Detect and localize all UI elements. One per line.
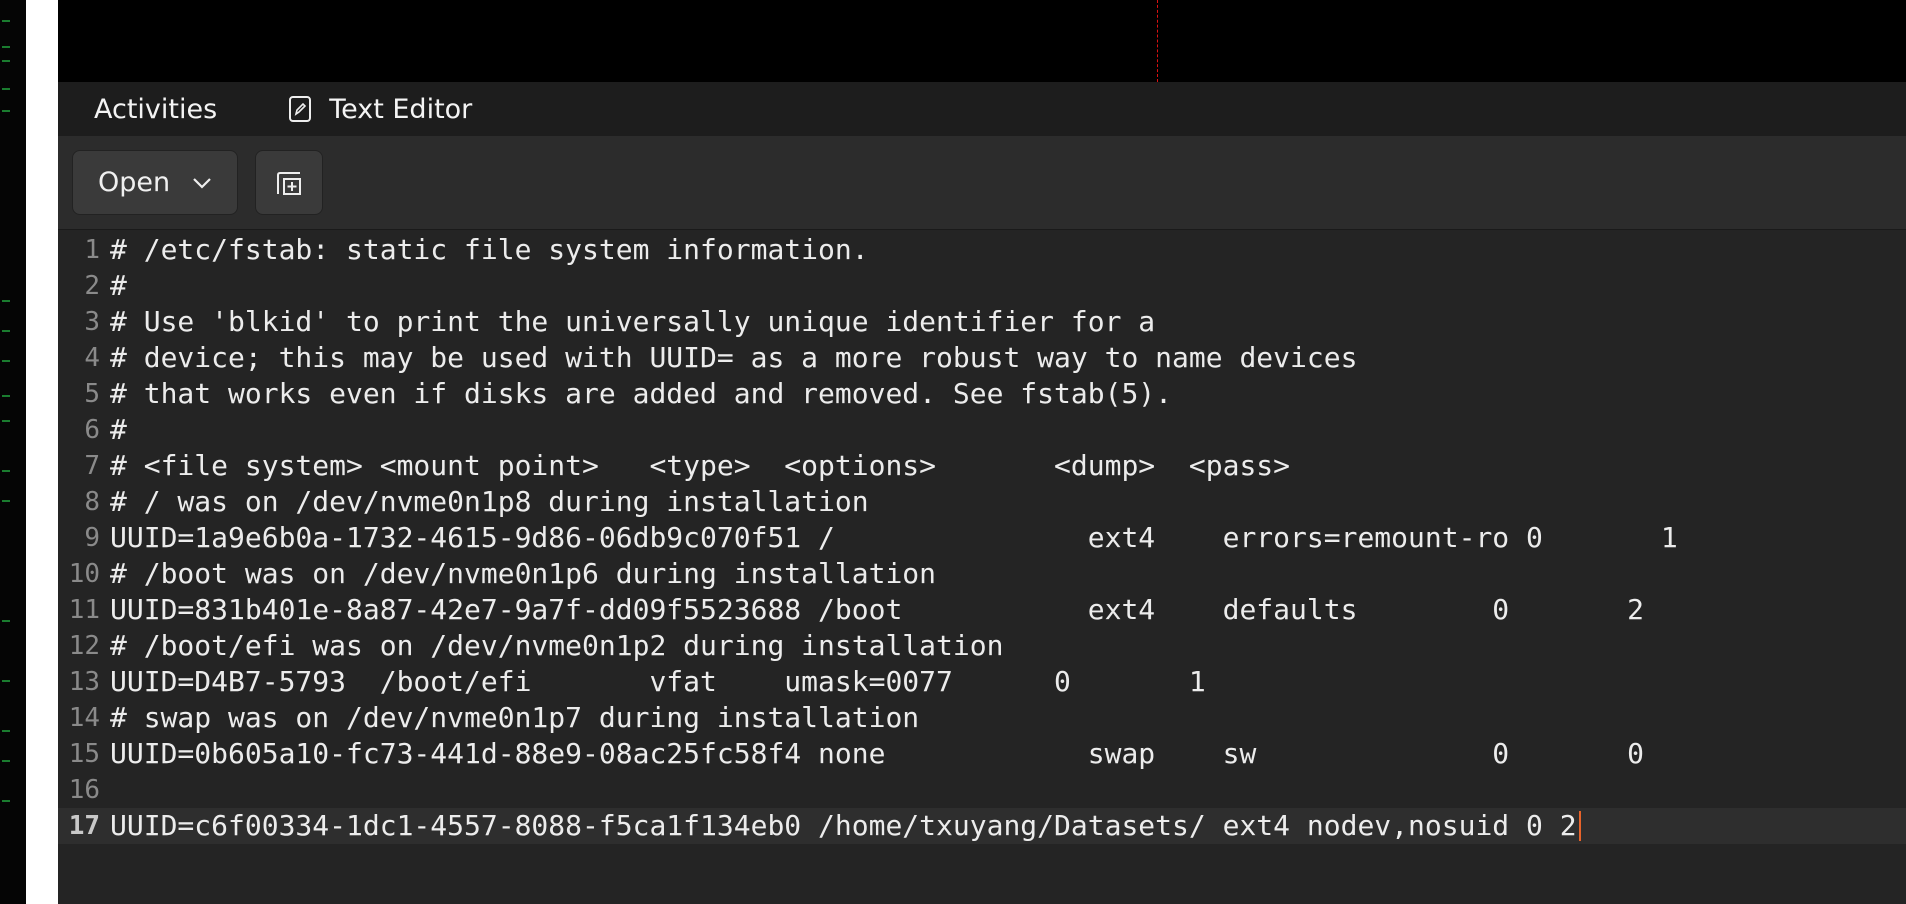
terminal-glyph	[2, 395, 10, 397]
terminal-glyph	[2, 360, 10, 362]
editor-line[interactable]: 2 #	[58, 268, 1906, 304]
line-number: 14	[68, 703, 100, 733]
text-view[interactable]: 1 # /etc/fstab: static file system inform…	[58, 230, 1906, 904]
line-number: 17	[68, 811, 100, 841]
line-text[interactable]: #	[110, 268, 127, 304]
line-text[interactable]: UUID=D4B7-5793 /boot/efi vfat umask=0077…	[110, 664, 1206, 700]
app-menu[interactable]: Text Editor	[289, 94, 472, 125]
editor-line[interactable]: 5 # that works even if disks are added an…	[58, 376, 1906, 412]
line-text[interactable]: # / was on /dev/nvme0n1p8 during install…	[110, 484, 869, 520]
line-number: 7	[84, 451, 100, 481]
terminal-glyph	[2, 470, 10, 472]
line-text[interactable]: # device; this may be used with UUID= as…	[110, 340, 1357, 376]
terminal-glyph	[2, 88, 10, 90]
line-number: 6	[84, 415, 100, 445]
line-number: 15	[68, 739, 100, 769]
editor-line[interactable]: 13 UUID=D4B7-5793 /boot/efi vfat umask=00…	[58, 664, 1906, 700]
editor-headerbar: Open	[58, 137, 1906, 230]
editor-line[interactable]: 14 # swap was on /dev/nvme0n1p7 during in…	[58, 700, 1906, 736]
chevron-down-icon	[193, 177, 211, 189]
line-text[interactable]: # that works even if disks are added and…	[110, 376, 1172, 412]
terminal-glyph	[2, 60, 10, 62]
terminal-glyph	[2, 300, 10, 302]
line-text[interactable]: # /etc/fstab: static file system informa…	[110, 232, 869, 268]
line-number: 12	[68, 631, 100, 661]
editor-line[interactable]: 8 # / was on /dev/nvme0n1p8 during instal…	[58, 484, 1906, 520]
background-window-area	[58, 0, 1906, 82]
open-button[interactable]: Open	[72, 150, 238, 215]
line-number: 10	[68, 559, 100, 589]
editor-line[interactable]: 16	[58, 772, 1906, 808]
line-text[interactable]: UUID=c6f00334-1dc1-4557-8088-f5ca1f134eb…	[110, 808, 1577, 844]
editor-line[interactable]: 11 UUID=831b401e-8a87-42e7-9a7f-dd09f5523…	[58, 592, 1906, 628]
terminal-glyph	[2, 330, 10, 332]
line-number: 4	[84, 343, 100, 373]
editor-line[interactable]: 3 # Use 'blkid' to print the universally …	[58, 304, 1906, 340]
editor-line[interactable]: 9 UUID=1a9e6b0a-1732-4615-9d86-06db9c070f…	[58, 520, 1906, 556]
new-tab-icon	[277, 171, 301, 195]
terminal-glyph	[2, 500, 10, 502]
terminal-glyph	[2, 420, 10, 422]
line-text[interactable]: UUID=0b605a10-fc73-441d-88e9-08ac25fc58f…	[110, 736, 1644, 772]
editor-line[interactable]: 7 # <file system> <mount point> <type> <o…	[58, 448, 1906, 484]
line-number: 8	[84, 487, 100, 517]
terminal-glyph	[2, 730, 10, 732]
app-name: Text Editor	[329, 93, 473, 125]
text-cursor	[1579, 811, 1581, 841]
line-number: 13	[68, 667, 100, 697]
editor-line[interactable]: 17 UUID=c6f00334-1dc1-4557-8088-f5ca1f134…	[58, 808, 1906, 844]
line-number: 11	[68, 595, 100, 625]
background-terminal-sliver	[0, 0, 26, 904]
terminal-glyph	[2, 680, 10, 682]
gnome-top-bar: Activities Text Editor	[58, 82, 1906, 137]
line-text[interactable]: # /boot was on /dev/nvme0n1p6 during ins…	[110, 556, 936, 592]
open-label: Open	[97, 167, 171, 198]
activities-button[interactable]: Activities	[94, 94, 217, 125]
terminal-glyph	[2, 20, 10, 22]
editor-line[interactable]: 10 # /boot was on /dev/nvme0n1p6 during i…	[58, 556, 1906, 592]
line-number: 5	[84, 379, 100, 409]
terminal-glyph	[2, 620, 10, 622]
line-number: 3	[84, 307, 100, 337]
terminal-glyph	[2, 760, 10, 762]
line-number: 1	[84, 235, 100, 265]
line-text[interactable]: # swap was on /dev/nvme0n1p7 during inst…	[110, 700, 919, 736]
window-edge-strip	[26, 0, 58, 904]
terminal-glyph	[2, 110, 10, 112]
line-text[interactable]: #	[110, 412, 127, 448]
line-number: 9	[84, 523, 100, 553]
line-text[interactable]: # Use 'blkid' to print the universally u…	[110, 304, 1155, 340]
line-text[interactable]: UUID=1a9e6b0a-1732-4615-9d86-06db9c070f5…	[110, 520, 1678, 556]
editor-line[interactable]: 4 # device; this may be used with UUID= a…	[58, 340, 1906, 376]
right-margin-guide	[1157, 0, 1158, 82]
terminal-glyph	[2, 800, 10, 802]
editor-line[interactable]: 12 # /boot/efi was on /dev/nvme0n1p2 duri…	[58, 628, 1906, 664]
terminal-glyph	[2, 46, 10, 48]
new-tab-button[interactable]	[255, 150, 323, 215]
line-number: 16	[68, 775, 100, 805]
line-number: 2	[84, 271, 100, 301]
editor-line[interactable]: 15 UUID=0b605a10-fc73-441d-88e9-08ac25fc5…	[58, 736, 1906, 772]
text-editor-icon	[289, 96, 312, 122]
editor-line[interactable]: 6 #	[58, 412, 1906, 448]
line-text[interactable]: UUID=831b401e-8a87-42e7-9a7f-dd09f552368…	[110, 592, 1644, 628]
line-text[interactable]: # <file system> <mount point> <type> <op…	[110, 448, 1290, 484]
editor-line[interactable]: 1 # /etc/fstab: static file system inform…	[58, 232, 1906, 268]
line-text[interactable]: # /boot/efi was on /dev/nvme0n1p2 during…	[110, 628, 1003, 664]
